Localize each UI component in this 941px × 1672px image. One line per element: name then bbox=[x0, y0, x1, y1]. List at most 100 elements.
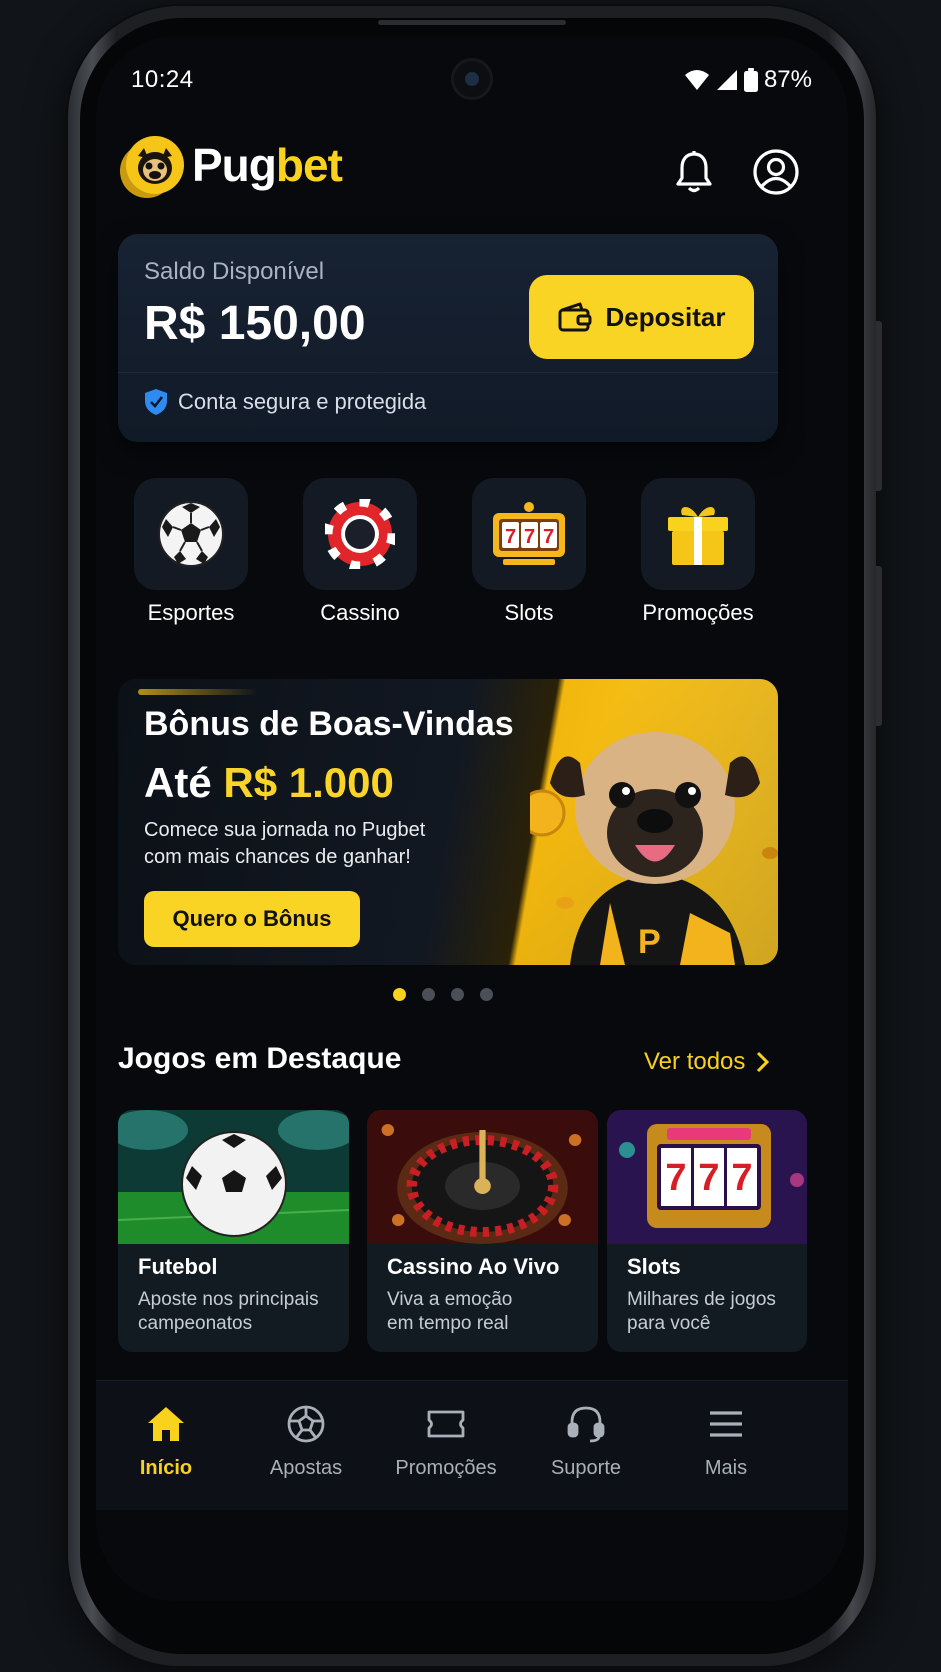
category-label: Esportes bbox=[147, 600, 235, 625]
section-title: Jogos em Destaque bbox=[118, 1042, 402, 1075]
earpiece-speaker bbox=[378, 20, 566, 25]
banner-accent-stripe bbox=[138, 689, 258, 695]
game-description: Viva a emoção em tempo real bbox=[387, 1289, 513, 1334]
shield-check-icon bbox=[145, 389, 167, 415]
see-all-label: Ver todos bbox=[644, 1048, 746, 1075]
carousel-dot[interactable] bbox=[451, 988, 464, 1001]
category-label: Promoções bbox=[642, 600, 754, 625]
carousel-pagination bbox=[393, 988, 493, 1001]
nav-suporte[interactable]: Suporte bbox=[516, 1399, 656, 1480]
welcome-bonus-banner[interactable]: P Bônus de Boas-Vindas Até R$ 1.000 Come… bbox=[118, 679, 778, 965]
app-header: Pugbet bbox=[126, 136, 826, 206]
svg-text:7: 7 bbox=[665, 1157, 686, 1199]
claim-bonus-button[interactable]: Quero o Bônus bbox=[144, 891, 360, 947]
svg-text:P: P bbox=[638, 923, 661, 961]
chevron-right-icon bbox=[757, 1051, 770, 1073]
signal-icon bbox=[716, 70, 737, 90]
carousel-dot[interactable] bbox=[393, 988, 406, 1001]
app-screen: 10:24 87% Pugbet Saldo Disponível R$ 150… bbox=[96, 36, 848, 1601]
slot-machine-icon: 7 7 7 bbox=[493, 502, 565, 565]
category-promocoes[interactable]: Promoções bbox=[639, 478, 757, 626]
wallet-icon bbox=[558, 302, 592, 332]
carousel-dot[interactable] bbox=[422, 988, 435, 1001]
status-bar: 10:24 87% bbox=[96, 36, 848, 122]
banner-bonus-amount: Até R$ 1.000 bbox=[144, 759, 394, 806]
game-description: Aposte nos principais campeonatos bbox=[138, 1289, 319, 1334]
user-icon bbox=[753, 149, 799, 195]
security-text: Conta segura e protegida bbox=[178, 389, 427, 414]
pug-logo-icon bbox=[126, 136, 184, 194]
carousel-dot[interactable] bbox=[480, 988, 493, 1001]
volume-button bbox=[876, 321, 882, 491]
game-card-slots[interactable]: 7 7 7 Slots Milhares de jogos para você bbox=[607, 1110, 807, 1352]
ticket-icon bbox=[427, 1410, 465, 1438]
category-label: Cassino bbox=[320, 600, 400, 625]
balance-card: Saldo Disponível R$ 150,00 Depositar Con… bbox=[118, 234, 778, 442]
bottom-navigation: Início Apostas Promoções Suporte Mais bbox=[96, 1380, 848, 1510]
deposit-label: Depositar bbox=[605, 301, 726, 332]
ball-icon bbox=[287, 1405, 325, 1443]
category-shortcuts: Esportes Cassino 7 7 7 Slots Promoções bbox=[132, 478, 772, 638]
battery-percent: 87% bbox=[763, 66, 812, 93]
game-card-futebol[interactable]: Futebol Aposte nos principais campeonato… bbox=[118, 1110, 349, 1352]
svg-text:7: 7 bbox=[505, 526, 516, 548]
svg-text:7: 7 bbox=[524, 526, 535, 548]
svg-text:7: 7 bbox=[543, 526, 554, 548]
gift-icon bbox=[668, 507, 728, 565]
slot-machine-image: 7 7 7 bbox=[607, 1110, 807, 1244]
banner-title: Bônus de Boas-Vindas bbox=[144, 705, 514, 743]
nav-apostas[interactable]: Apostas bbox=[236, 1399, 376, 1480]
game-title: Slots bbox=[627, 1254, 681, 1279]
featured-games-carousel: Futebol Aposte nos principais campeonato… bbox=[118, 1110, 848, 1352]
category-cassino[interactable]: Cassino bbox=[301, 478, 419, 626]
football-stadium-image bbox=[118, 1110, 349, 1244]
game-title: Cassino Ao Vivo bbox=[387, 1254, 560, 1279]
casino-chip-icon bbox=[325, 499, 395, 569]
svg-text:7: 7 bbox=[698, 1157, 719, 1199]
game-card-cassino-ao-vivo[interactable]: Cassino Ao Vivo Viva a emoção em tempo r… bbox=[367, 1110, 598, 1352]
category-esportes[interactable]: Esportes bbox=[132, 478, 250, 626]
category-tile bbox=[134, 478, 248, 590]
battery-icon bbox=[743, 68, 758, 92]
soccer-ball-icon bbox=[158, 501, 224, 567]
security-note: Conta segura e protegida bbox=[144, 388, 426, 416]
category-tile bbox=[641, 478, 755, 590]
notifications-button[interactable] bbox=[666, 144, 722, 200]
status-indicators: 87% bbox=[684, 66, 812, 94]
category-label: Slots bbox=[504, 600, 554, 625]
balance-label: Saldo Disponível bbox=[144, 258, 325, 285]
game-title: Futebol bbox=[138, 1254, 218, 1279]
status-time: 10:24 bbox=[131, 66, 194, 93]
power-button bbox=[876, 566, 882, 726]
nav-label: Mais bbox=[704, 1457, 748, 1479]
bottom-safe-area bbox=[96, 1510, 848, 1601]
category-slots[interactable]: 7 7 7 Slots bbox=[470, 478, 588, 626]
nav-inicio[interactable]: Início bbox=[96, 1399, 236, 1480]
pug-mascot-image: P bbox=[530, 732, 778, 965]
brand-name: Pugbet bbox=[192, 139, 343, 191]
svg-text:7: 7 bbox=[731, 1157, 752, 1199]
balance-value: R$ 150,00 bbox=[144, 297, 366, 350]
nav-mais[interactable]: Mais bbox=[656, 1399, 796, 1480]
headset-icon bbox=[567, 1406, 605, 1443]
nav-label: Início bbox=[139, 1457, 193, 1479]
bell-icon bbox=[676, 151, 712, 193]
pugbet-logo[interactable]: Pugbet bbox=[126, 136, 343, 194]
menu-icon bbox=[710, 1411, 742, 1437]
profile-button[interactable] bbox=[748, 144, 804, 200]
deposit-button[interactable]: Depositar bbox=[529, 275, 754, 359]
nav-label: Apostas bbox=[269, 1457, 343, 1479]
divider bbox=[118, 372, 778, 373]
banner-description: Comece sua jornada no Pugbet com mais ch… bbox=[144, 819, 426, 868]
nav-promocoes[interactable]: Promoções bbox=[376, 1399, 516, 1480]
wifi-icon bbox=[684, 70, 709, 90]
nav-label: Suporte bbox=[550, 1457, 622, 1479]
nav-label: Promoções bbox=[395, 1457, 497, 1479]
game-description: Milhares de jogos para você bbox=[627, 1289, 776, 1334]
front-camera bbox=[451, 58, 493, 100]
home-icon bbox=[148, 1407, 184, 1441]
category-tile bbox=[303, 478, 417, 590]
category-tile: 7 7 7 bbox=[472, 478, 586, 590]
see-all-link[interactable]: Ver todos bbox=[644, 1048, 770, 1076]
roulette-image bbox=[367, 1110, 598, 1244]
